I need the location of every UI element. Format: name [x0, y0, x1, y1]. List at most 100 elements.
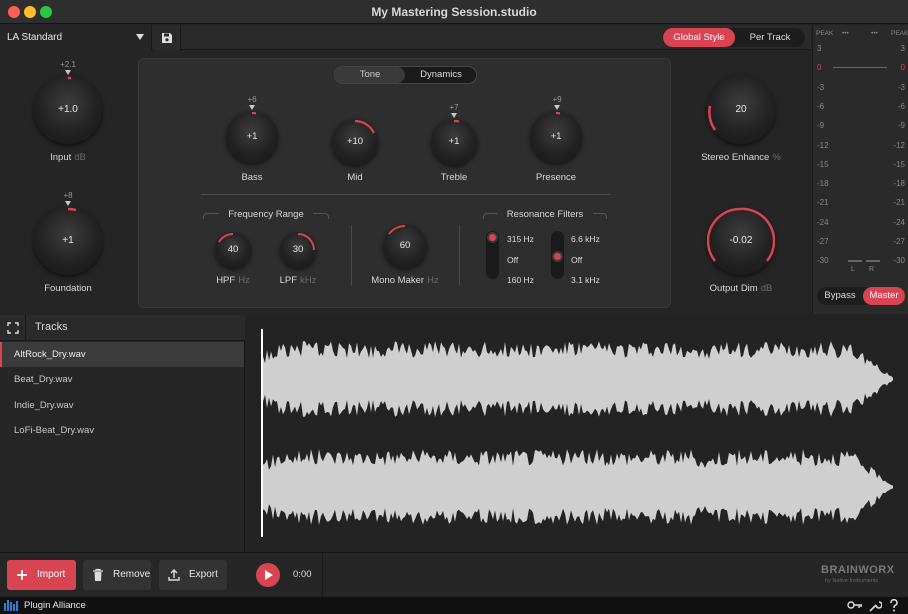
tab-dynamics[interactable]: Dynamics [405, 67, 477, 83]
bypass-button[interactable]: Bypass [817, 287, 863, 305]
presence-knob[interactable]: +1 [530, 111, 582, 163]
meter-tick-right: 0 [900, 63, 905, 73]
input-knob-value: +1.0 [58, 104, 78, 115]
mono-maker-knob-value: 60 [399, 240, 411, 251]
input-label: Input dB [50, 152, 86, 163]
playhead[interactable] [261, 329, 263, 537]
save-preset-button[interactable] [153, 25, 181, 50]
slider-thumb[interactable] [487, 232, 498, 243]
peak-label-left: PEAK [816, 30, 834, 37]
group-separator [459, 225, 460, 285]
preset-dropdown[interactable]: LA Standard [0, 25, 152, 50]
trash-icon [93, 568, 103, 581]
resonance-high-bottom: 3.1 kHz [571, 275, 600, 285]
waveform [261, 329, 893, 537]
foundation-top-value: +8 [63, 191, 73, 200]
mid-knob-value: +10 [346, 136, 364, 147]
treble-knob[interactable]: +1 [431, 119, 477, 165]
stereo-enhance-label: Stereo Enhance% [701, 152, 781, 163]
play-button[interactable] [256, 563, 280, 587]
knob-marker [65, 201, 71, 206]
meter-dots-right: ••• [871, 30, 878, 37]
track-item[interactable]: AltRock_Dry.wav [0, 342, 244, 367]
plus-icon [17, 570, 27, 580]
global-style-button[interactable]: Global Style [663, 28, 735, 47]
waveform-view[interactable] [246, 315, 908, 552]
output-dim-knob[interactable]: -0.02 [707, 207, 775, 275]
zero-db-line [833, 67, 887, 68]
meter-tick-left: -27 [817, 237, 829, 246]
lpf-knob[interactable]: 30 [280, 232, 316, 268]
hpf-knob[interactable]: 40 [215, 232, 251, 268]
window-title: My Mastering Session.studio [371, 5, 537, 19]
title-bar: My Mastering Session.studio [0, 0, 908, 24]
transport-divider [322, 553, 323, 597]
meter-tick-left: -15 [817, 159, 829, 169]
resonance-high-slider[interactable] [551, 231, 564, 279]
track-item[interactable]: Indie_Dry.wav [0, 393, 244, 418]
remove-button[interactable]: Remove [83, 560, 151, 590]
peak-label-right: PEAK [891, 30, 908, 37]
brand-logo: BRAINWORX [821, 564, 895, 576]
master-button[interactable]: Master [863, 287, 905, 305]
slider-thumb[interactable] [552, 251, 563, 262]
plugin-alliance-label: Plugin Alliance [24, 600, 86, 611]
meter-tick-right: 3 [900, 44, 905, 53]
help-icon[interactable] [889, 599, 899, 612]
bass-knob[interactable]: +1 [226, 111, 278, 163]
chevron-down-icon [136, 34, 144, 40]
import-button[interactable]: Import [7, 560, 76, 590]
top-bar: LA Standard Global Style Per Track [0, 25, 811, 50]
resonance-high-mid: Off [571, 255, 583, 265]
meter-tick-right: -15 [893, 159, 905, 169]
mode-switch: Global Style Per Track [662, 28, 805, 47]
knob-marker [554, 105, 560, 110]
meter-tick-left: 3 [817, 44, 822, 53]
frequency-range-title: Frequency Range [219, 209, 313, 220]
tab-tone[interactable]: Tone [335, 67, 405, 83]
wrench-icon[interactable] [868, 599, 882, 612]
app-window: My Mastering Session.studio LA Standard … [0, 0, 908, 614]
mid-knob[interactable]: +10 [332, 119, 378, 165]
meter-tick-right: -21 [893, 198, 905, 208]
input-knob[interactable]: +1.0 [34, 76, 102, 144]
track-item[interactable]: Beat_Dry.wav [0, 367, 244, 392]
stereo-enhance-knob-value: 20 [735, 104, 747, 115]
meter-tick-left: -30 [817, 256, 829, 266]
mono-maker-knob[interactable]: 60 [383, 224, 427, 268]
per-track-button[interactable]: Per Track [735, 28, 805, 47]
channel-right-label: R [869, 266, 875, 273]
meter-tick-left: -24 [817, 217, 829, 227]
treble-knob-value: +1 [448, 136, 460, 147]
mono-maker-label: Mono Maker Hz [371, 275, 439, 286]
meter-tick-left: -6 [817, 101, 825, 111]
bass-knob-value: +1 [246, 131, 258, 142]
meter-tick-left: -3 [817, 82, 825, 92]
export-button[interactable]: Export [159, 560, 227, 590]
output-dim-knob-value: -0.02 [729, 235, 753, 246]
waveform-channel [263, 449, 893, 525]
meter-tick-right: -9 [897, 121, 905, 131]
input-top-value: +2.1 [60, 60, 76, 69]
meter-tick-left: -12 [817, 140, 829, 150]
meter-tick-left: 0 [817, 63, 822, 73]
resonance-low-top: 315 Hz [507, 234, 534, 244]
tone-dynamics-tabs: Tone Dynamics [334, 66, 477, 84]
stereo-enhance-knob[interactable]: 20 [707, 76, 775, 144]
foundation-knob[interactable]: +1 [34, 207, 102, 275]
treble-top-value: +7 [449, 103, 459, 112]
expand-icon [7, 322, 19, 334]
presence-knob-value: +1 [550, 131, 562, 142]
presence-label: Presence [535, 172, 577, 183]
expand-button[interactable] [0, 315, 26, 341]
resonance-low-slider[interactable] [486, 231, 499, 279]
save-icon [162, 33, 172, 43]
resonance-low-bottom: 160 Hz [507, 275, 534, 285]
key-icon[interactable] [847, 599, 863, 611]
transport-bar: Import Remove Export 0:00 BRAINWORX by N… [0, 552, 908, 597]
bass-top-value: +6 [247, 95, 257, 104]
footer-bar: Plugin Alliance [0, 597, 908, 614]
resonance-filters-title: Resonance Filters [497, 209, 593, 220]
treble-label: Treble [440, 172, 468, 183]
track-item[interactable]: LoFi-Beat_Dry.wav [0, 418, 244, 443]
